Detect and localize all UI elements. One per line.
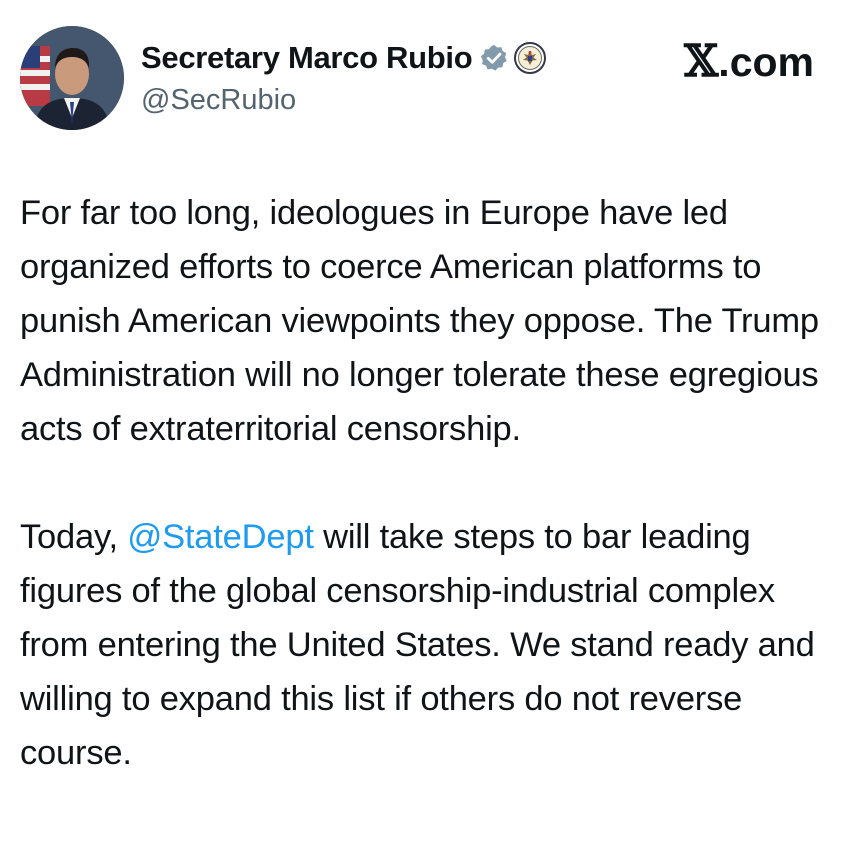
author-name-row: Secretary Marco Rubio (141, 36, 547, 80)
post-header: Secretary Marco Rubio @SecRubio 𝕏 .com (0, 0, 850, 160)
x-logo-icon: 𝕏 (684, 36, 719, 87)
post-paragraph-2-start: Today, (20, 518, 128, 556)
state-department-seal-icon[interactable] (514, 42, 547, 74)
post-paragraph-2-end: will take steps to bar leading figures o… (20, 518, 815, 772)
verified-badge-icon[interactable] (479, 43, 509, 73)
statedept-mention-link[interactable]: @StateDept (127, 518, 314, 556)
post-paragraph-1: For far too long, ideologues in Europe h… (20, 194, 819, 448)
author-handle[interactable]: @SecRubio (141, 84, 296, 117)
x-com-suffix: .com (718, 38, 814, 85)
post-paragraph-2: Today, @StateDept will take steps to bar… (20, 510, 840, 780)
avatar[interactable] (20, 26, 124, 130)
post-text: For far too long, ideologues in Europe h… (20, 186, 840, 780)
x-com-label: 𝕏 .com (684, 36, 814, 88)
avatar-photo (20, 26, 124, 130)
author-display-name[interactable]: Secretary Marco Rubio (141, 40, 473, 76)
